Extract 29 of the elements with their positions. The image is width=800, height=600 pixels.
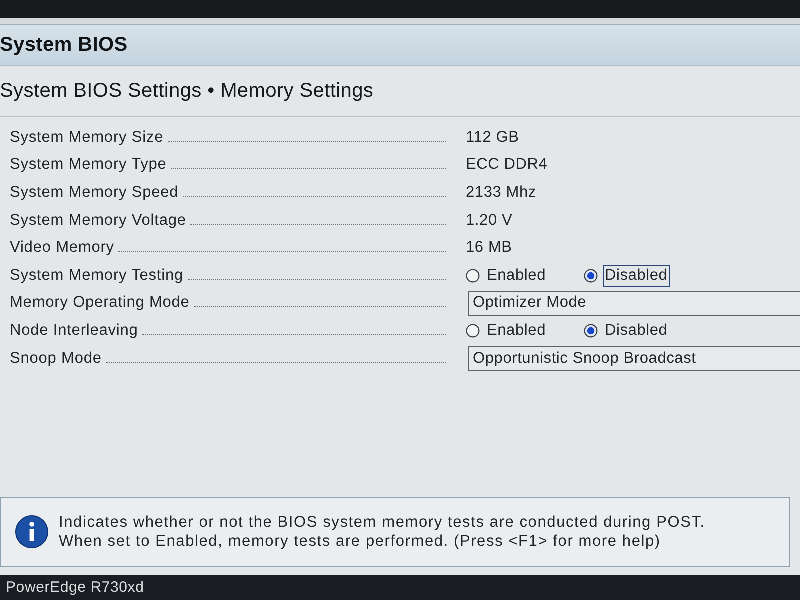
setting-label: Snoop Mode <box>10 350 103 368</box>
setting-label: System Memory Size <box>10 128 165 147</box>
setting-value: 16 MB <box>466 239 512 258</box>
info-icon <box>15 515 49 549</box>
setting-label: System Memory Voltage <box>10 212 188 230</box>
setting-value: 112 GB <box>466 128 520 147</box>
option-label[interactable]: Enabled <box>485 320 548 342</box>
option-label[interactable]: Disabled <box>603 320 670 342</box>
setting-label: Memory Operating Mode <box>10 294 191 312</box>
radio-selected-icon[interactable] <box>584 324 598 338</box>
radio-selected-icon[interactable] <box>584 268 598 283</box>
radio-icon[interactable] <box>466 268 480 283</box>
setting-label: System Memory Type <box>10 156 168 174</box>
option-label[interactable]: Enabled <box>485 264 548 287</box>
help-text: Indicates whether or not the BIOS system memory tests are conducted during POST. When set to Enabled, memory tests are performed. (Press <F1> for more help) <box>59 513 706 551</box>
setting-value: 2133 Mhz <box>466 184 536 202</box>
breadcrumb: System BIOS Settings • Memory Settings <box>0 80 374 102</box>
dropdown-field[interactable]: Optimizer Mode <box>468 290 800 316</box>
page-title: System BIOS <box>0 34 128 56</box>
setting-label: System Memory Speed <box>10 184 180 202</box>
model-name: PowerEdge R730xd <box>6 579 144 596</box>
setting-label: Video Memory <box>10 239 116 258</box>
setting-value: 1.20 V <box>466 212 513 230</box>
setting-label: Node Interleaving <box>10 322 140 340</box>
option-label[interactable]: Disabled <box>603 264 670 287</box>
setting-label: System Memory Testing <box>10 266 184 285</box>
setting-value: ECC DDR4 <box>466 156 548 174</box>
radio-icon[interactable] <box>466 324 480 338</box>
dropdown-field[interactable]: Opportunistic Snoop Broadcast <box>468 346 800 372</box>
